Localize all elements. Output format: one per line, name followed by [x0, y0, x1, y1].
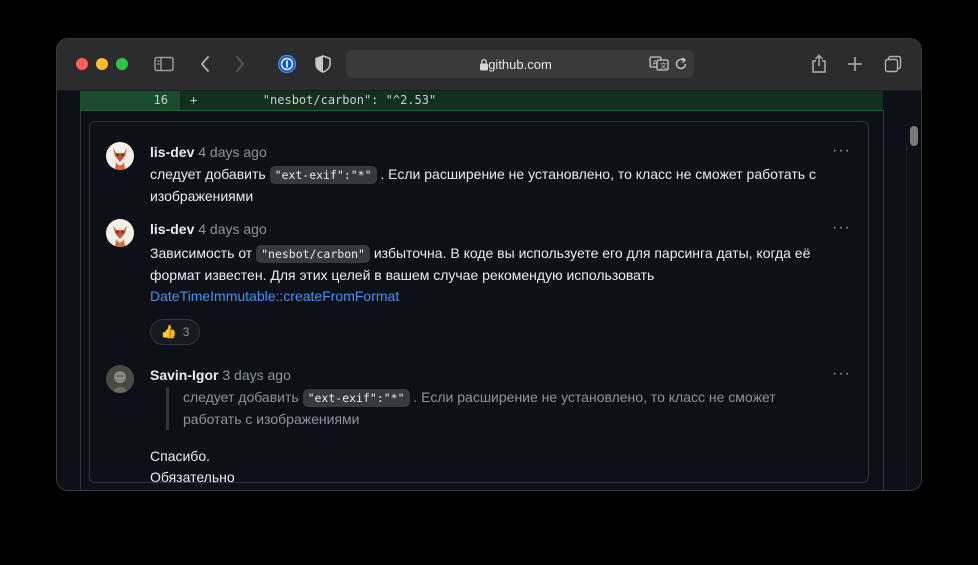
- svg-text:文: 文: [660, 61, 667, 70]
- diff-left-border: [80, 110, 81, 490]
- tab-overview-icon[interactable]: [883, 53, 903, 75]
- thumbs-up-icon: 👍: [160, 324, 177, 339]
- reload-icon[interactable]: [675, 57, 688, 71]
- diff-line-number[interactable]: 16: [80, 91, 180, 110]
- diff-add-marker: +: [190, 93, 198, 107]
- browser-toolbar: github.com A文: [57, 39, 921, 91]
- comment-menu-icon[interactable]: ···: [832, 143, 851, 159]
- method-link[interactable]: DateTimeImmutable::createFromFormat: [150, 288, 399, 304]
- comment-header: lis-dev 4 days ago: [150, 142, 267, 162]
- inline-code: "nesbot/carbon": [256, 245, 370, 263]
- comment-body: Спасибо. Обязательно учту.: [150, 448, 235, 485]
- comment-menu-icon[interactable]: ···: [832, 220, 851, 236]
- diff-code: "nesbot/carbon": "^2.53": [205, 93, 437, 107]
- back-icon[interactable]: [197, 53, 213, 75]
- close-window-button[interactable]: [76, 58, 88, 70]
- inline-code: "ext-exif":"*": [302, 389, 410, 407]
- address-text: github.com: [488, 57, 552, 72]
- comment-time[interactable]: 4 days ago: [198, 221, 267, 237]
- comment-time[interactable]: 3 days ago: [222, 367, 291, 383]
- review-thread: lis-dev 4 days ago ··· следует добавить …: [89, 121, 869, 485]
- inline-code: "ext-exif":"*": [269, 166, 377, 184]
- scrollbar-thumb[interactable]: [910, 126, 918, 146]
- avatar[interactable]: [106, 219, 134, 247]
- password-manager-icon[interactable]: [276, 53, 298, 75]
- comment-author[interactable]: lis-dev: [150, 144, 194, 160]
- diff-added-line: 16 + "nesbot/carbon": "^2.53": [80, 91, 883, 111]
- share-icon[interactable]: [809, 53, 829, 75]
- privacy-shield-icon[interactable]: [313, 53, 333, 75]
- browser-window: github.com A文 16 + "nesbot/carbon": "^2.…: [57, 39, 921, 490]
- comment-body: Зависимость от "nesbot/carbon" избыточна…: [150, 245, 811, 304]
- minimize-window-button[interactable]: [96, 58, 108, 70]
- sidebar-icon[interactable]: [153, 53, 175, 75]
- new-tab-icon[interactable]: [846, 53, 864, 75]
- comment-header: Savin-Igor 3 days ago: [150, 365, 291, 385]
- comment-author[interactable]: lis-dev: [150, 221, 194, 237]
- comment-author[interactable]: Savin-Igor: [150, 367, 218, 383]
- address-bar[interactable]: github.com A文: [346, 50, 694, 78]
- translate-icon[interactable]: A文: [649, 56, 669, 71]
- svg-text:A: A: [653, 59, 658, 67]
- comment-time[interactable]: 4 days ago: [198, 144, 267, 160]
- comment-menu-icon[interactable]: ···: [832, 366, 851, 382]
- quoted-reply: следует добавить "ext-exif":"*" . Если р…: [166, 387, 823, 430]
- zoom-window-button[interactable]: [116, 58, 128, 70]
- reaction-thumbs-up-button[interactable]: 👍 3: [150, 319, 200, 345]
- scrollbar-track[interactable]: [906, 143, 921, 490]
- comment-body: следует добавить "ext-exif":"*" . Если р…: [150, 166, 816, 204]
- reaction-count: 3: [182, 325, 190, 339]
- page-content: 16 + "nesbot/carbon": "^2.53" lis-dev 4 …: [57, 91, 921, 490]
- avatar[interactable]: [106, 142, 134, 170]
- forward-icon[interactable]: [232, 53, 248, 75]
- comment-header: lis-dev 4 days ago: [150, 219, 267, 239]
- diff-right-border: [883, 110, 884, 490]
- avatar[interactable]: [106, 365, 134, 393]
